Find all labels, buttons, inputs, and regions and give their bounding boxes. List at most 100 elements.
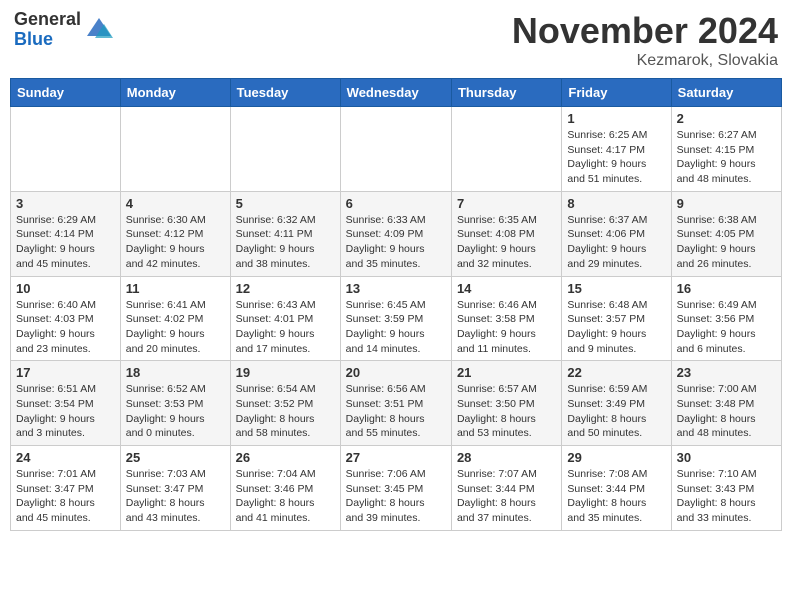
title-block: November 2024 Kezmarok, Slovakia	[512, 10, 778, 70]
day-info: Sunrise: 7:06 AM Sunset: 3:45 PM Dayligh…	[346, 467, 446, 526]
calendar-cell	[230, 107, 340, 192]
day-number: 9	[677, 196, 776, 211]
day-number: 11	[126, 281, 225, 296]
calendar-cell: 2Sunrise: 6:27 AM Sunset: 4:15 PM Daylig…	[671, 107, 781, 192]
day-number: 14	[457, 281, 556, 296]
calendar-week-row: 10 Sunrise: 6:40 AM Sunset: 4:03 PM Dayli…	[11, 276, 782, 361]
day-info: Sunrise: 7:00 AM Sunset: 3:48 PM Dayligh…	[677, 382, 776, 441]
weekday-header-tuesday: Tuesday	[230, 79, 340, 107]
day-info: Sunrise: 6:33 AM Sunset: 4:09 PM Dayligh…	[346, 213, 446, 272]
calendar-cell: 25 Sunrise: 7:03 AM Sunset: 3:47 PM Dayli…	[120, 446, 230, 531]
calendar-cell: 15 Sunrise: 6:48 AM Sunset: 3:57 PM Dayli…	[562, 276, 671, 361]
calendar-cell: 7 Sunrise: 6:35 AM Sunset: 4:08 PM Daylig…	[451, 191, 561, 276]
day-info: Sunrise: 6:49 AM Sunset: 3:56 PM Dayligh…	[677, 298, 776, 357]
logo: General Blue	[14, 10, 113, 50]
logo-blue-text: Blue	[14, 30, 81, 50]
weekday-header-wednesday: Wednesday	[340, 79, 451, 107]
day-info: Sunrise: 6:46 AM Sunset: 3:58 PM Dayligh…	[457, 298, 556, 357]
day-number: 7	[457, 196, 556, 211]
day-number: 15	[567, 281, 665, 296]
day-number: 4	[126, 196, 225, 211]
day-number: 28	[457, 450, 556, 465]
day-info: Sunrise: 6:35 AM Sunset: 4:08 PM Dayligh…	[457, 213, 556, 272]
day-number: 18	[126, 365, 225, 380]
calendar-cell: 29 Sunrise: 7:08 AM Sunset: 3:44 PM Dayli…	[562, 446, 671, 531]
day-info: Sunrise: 6:43 AM Sunset: 4:01 PM Dayligh…	[236, 298, 335, 357]
calendar-cell: 28Sunrise: 7:07 AM Sunset: 3:44 PM Dayli…	[451, 446, 561, 531]
day-number: 12	[236, 281, 335, 296]
calendar-week-row: 3 Sunrise: 6:29 AM Sunset: 4:14 PM Daylig…	[11, 191, 782, 276]
day-info: Sunrise: 6:37 AM Sunset: 4:06 PM Dayligh…	[567, 213, 665, 272]
calendar-cell: 13Sunrise: 6:45 AM Sunset: 3:59 PM Dayli…	[340, 276, 451, 361]
calendar-cell: 9 Sunrise: 6:38 AM Sunset: 4:05 PM Daylig…	[671, 191, 781, 276]
day-info: Sunrise: 7:08 AM Sunset: 3:44 PM Dayligh…	[567, 467, 665, 526]
day-number: 6	[346, 196, 446, 211]
calendar-cell	[340, 107, 451, 192]
weekday-header-sunday: Sunday	[11, 79, 121, 107]
day-info: Sunrise: 6:25 AM Sunset: 4:17 PM Dayligh…	[567, 128, 665, 187]
day-number: 10	[16, 281, 115, 296]
calendar-week-row: 24 Sunrise: 7:01 AM Sunset: 3:47 PM Dayli…	[11, 446, 782, 531]
page-header: General Blue November 2024 Kezmarok, Slo…	[10, 10, 782, 70]
calendar-cell: 20 Sunrise: 6:56 AM Sunset: 3:51 PM Dayli…	[340, 361, 451, 446]
day-number: 20	[346, 365, 446, 380]
day-info: Sunrise: 7:01 AM Sunset: 3:47 PM Dayligh…	[16, 467, 115, 526]
weekday-header-thursday: Thursday	[451, 79, 561, 107]
day-number: 27	[346, 450, 446, 465]
calendar-cell: 17Sunrise: 6:51 AM Sunset: 3:54 PM Dayli…	[11, 361, 121, 446]
calendar-cell: 1Sunrise: 6:25 AM Sunset: 4:17 PM Daylig…	[562, 107, 671, 192]
calendar-table: SundayMondayTuesdayWednesdayThursdayFrid…	[10, 78, 782, 531]
day-number: 22	[567, 365, 665, 380]
day-info: Sunrise: 7:10 AM Sunset: 3:43 PM Dayligh…	[677, 467, 776, 526]
calendar-cell: 10 Sunrise: 6:40 AM Sunset: 4:03 PM Dayli…	[11, 276, 121, 361]
day-info: Sunrise: 6:38 AM Sunset: 4:05 PM Dayligh…	[677, 213, 776, 272]
calendar-cell	[451, 107, 561, 192]
day-info: Sunrise: 6:40 AM Sunset: 4:03 PM Dayligh…	[16, 298, 115, 357]
day-number: 16	[677, 281, 776, 296]
calendar-cell: 8 Sunrise: 6:37 AM Sunset: 4:06 PM Daylig…	[562, 191, 671, 276]
calendar-cell: 12 Sunrise: 6:43 AM Sunset: 4:01 PM Dayli…	[230, 276, 340, 361]
day-number: 24	[16, 450, 115, 465]
location-title: Kezmarok, Slovakia	[512, 52, 778, 70]
day-info: Sunrise: 6:52 AM Sunset: 3:53 PM Dayligh…	[126, 382, 225, 441]
calendar-cell: 26Sunrise: 7:04 AM Sunset: 3:46 PM Dayli…	[230, 446, 340, 531]
day-info: Sunrise: 6:57 AM Sunset: 3:50 PM Dayligh…	[457, 382, 556, 441]
day-info: Sunrise: 6:59 AM Sunset: 3:49 PM Dayligh…	[567, 382, 665, 441]
calendar-cell: 3 Sunrise: 6:29 AM Sunset: 4:14 PM Daylig…	[11, 191, 121, 276]
logo-icon	[85, 16, 113, 44]
day-info: Sunrise: 7:03 AM Sunset: 3:47 PM Dayligh…	[126, 467, 225, 526]
day-number: 26	[236, 450, 335, 465]
day-info: Sunrise: 6:32 AM Sunset: 4:11 PM Dayligh…	[236, 213, 335, 272]
calendar-week-row: 1Sunrise: 6:25 AM Sunset: 4:17 PM Daylig…	[11, 107, 782, 192]
calendar-header-row: SundayMondayTuesdayWednesdayThursdayFrid…	[11, 79, 782, 107]
calendar-cell: 21 Sunrise: 6:57 AM Sunset: 3:50 PM Dayli…	[451, 361, 561, 446]
logo-general-text: General	[14, 10, 81, 30]
calendar-week-row: 17Sunrise: 6:51 AM Sunset: 3:54 PM Dayli…	[11, 361, 782, 446]
day-info: Sunrise: 6:45 AM Sunset: 3:59 PM Dayligh…	[346, 298, 446, 357]
calendar-cell	[120, 107, 230, 192]
calendar-cell: 16 Sunrise: 6:49 AM Sunset: 3:56 PM Dayli…	[671, 276, 781, 361]
calendar-cell: 27 Sunrise: 7:06 AM Sunset: 3:45 PM Dayli…	[340, 446, 451, 531]
day-number: 3	[16, 196, 115, 211]
weekday-header-saturday: Saturday	[671, 79, 781, 107]
day-number: 21	[457, 365, 556, 380]
day-info: Sunrise: 6:56 AM Sunset: 3:51 PM Dayligh…	[346, 382, 446, 441]
day-number: 17	[16, 365, 115, 380]
day-number: 2	[677, 111, 776, 126]
day-number: 30	[677, 450, 776, 465]
day-info: Sunrise: 6:30 AM Sunset: 4:12 PM Dayligh…	[126, 213, 225, 272]
calendar-cell: 5Sunrise: 6:32 AM Sunset: 4:11 PM Daylig…	[230, 191, 340, 276]
day-info: Sunrise: 6:29 AM Sunset: 4:14 PM Dayligh…	[16, 213, 115, 272]
day-number: 8	[567, 196, 665, 211]
day-info: Sunrise: 6:41 AM Sunset: 4:02 PM Dayligh…	[126, 298, 225, 357]
day-number: 25	[126, 450, 225, 465]
calendar-cell: 6 Sunrise: 6:33 AM Sunset: 4:09 PM Daylig…	[340, 191, 451, 276]
calendar-cell: 22 Sunrise: 6:59 AM Sunset: 3:49 PM Dayli…	[562, 361, 671, 446]
day-info: Sunrise: 6:48 AM Sunset: 3:57 PM Dayligh…	[567, 298, 665, 357]
calendar-cell	[11, 107, 121, 192]
calendar-cell: 18 Sunrise: 6:52 AM Sunset: 3:53 PM Dayli…	[120, 361, 230, 446]
calendar-cell: 14 Sunrise: 6:46 AM Sunset: 3:58 PM Dayli…	[451, 276, 561, 361]
day-number: 29	[567, 450, 665, 465]
weekday-header-monday: Monday	[120, 79, 230, 107]
day-number: 23	[677, 365, 776, 380]
